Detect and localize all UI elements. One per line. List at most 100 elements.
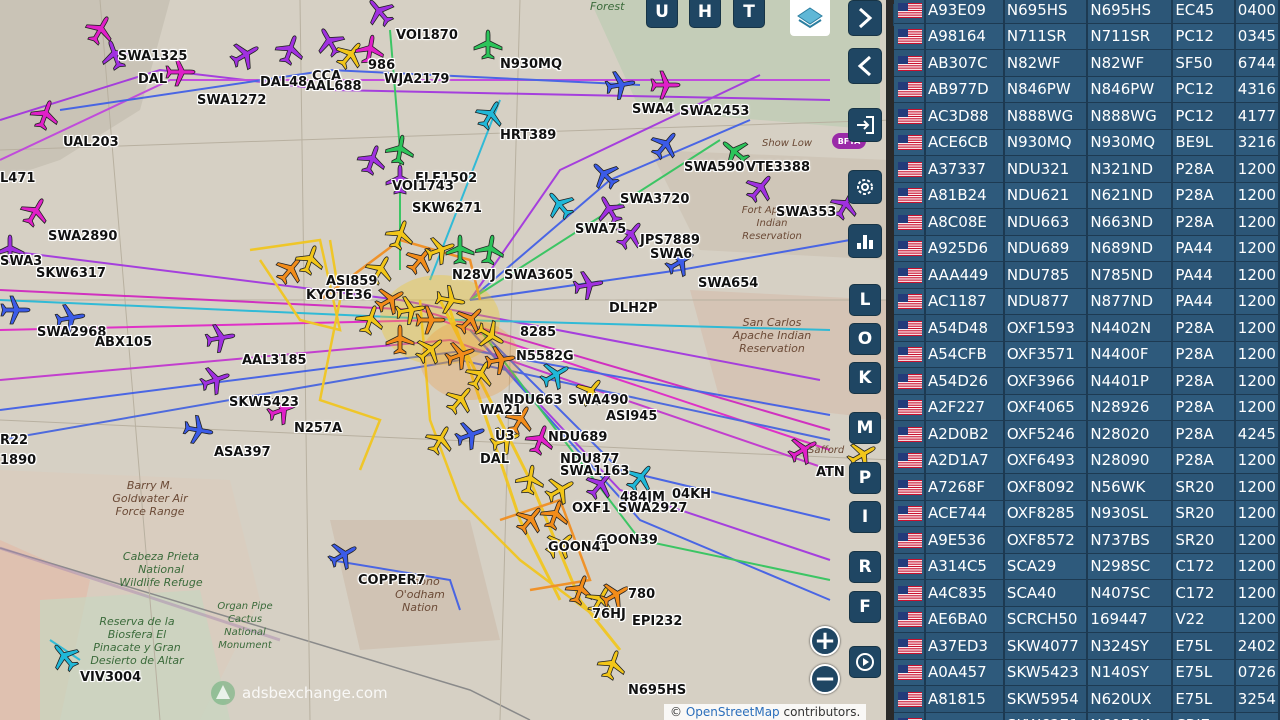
aircraft-label[interactable]: DAL48 (260, 75, 307, 90)
aircraft-label[interactable]: N930MQ (500, 57, 562, 72)
aircraft-label[interactable]: NDU689 (548, 430, 607, 445)
expand-button[interactable] (848, 0, 882, 36)
plane-icon[interactable] (423, 423, 457, 457)
table-row[interactable]: A37337 NDU321 N321ND P28A 1200 (894, 156, 1280, 183)
toggle-k-button[interactable]: K (849, 362, 881, 394)
plane-icon[interactable] (363, 0, 397, 29)
table-row[interactable]: A2D0B2 OXF5246 N28020 P28A 4245 (894, 421, 1280, 448)
table-row[interactable]: A0A457 SKW5423 N140SY E75L 0726 (894, 659, 1280, 686)
aircraft-label[interactable]: VIV3004 (80, 670, 141, 685)
aircraft-label[interactable]: KYOTE36 (306, 288, 372, 303)
aircraft-label[interactable]: SKW5423 (229, 395, 299, 410)
table-row[interactable]: A8C08E NDU663 N663ND P28A 1200 (894, 209, 1280, 236)
plane-icon[interactable] (473, 233, 507, 267)
toggle-m-button[interactable]: M (849, 412, 881, 444)
plane-icon[interactable] (603, 68, 637, 102)
plane-icon[interactable] (543, 188, 577, 222)
osm-link[interactable]: OpenStreetMap (686, 705, 780, 719)
table-row[interactable]: AC1187 NDU877 N877ND PA44 1200 (894, 288, 1280, 315)
plane-icon[interactable] (273, 33, 307, 67)
aircraft-label[interactable]: GOON41 (548, 540, 610, 555)
plane-icon[interactable] (595, 648, 629, 682)
toggle-u-button[interactable]: U (646, 0, 678, 28)
aircraft-label[interactable]: AAL688 (306, 79, 362, 94)
layers-button[interactable] (790, 0, 830, 36)
aircraft-label[interactable]: U3 (495, 429, 515, 444)
aircraft-label[interactable]: 780 (628, 587, 655, 602)
aircraft-label[interactable]: SWA2927 (618, 501, 687, 516)
table-row[interactable]: A93E09 N695HS N695HS EC45 0400 (894, 0, 1280, 24)
aircraft-label[interactable]: R22 (0, 433, 28, 448)
table-row[interactable]: A37ED3 SKW4077 N324SY E75L 2402 (894, 633, 1280, 660)
aircraft-label[interactable]: JPS7889 (640, 233, 700, 248)
zoom-in-button[interactable]: + (810, 626, 840, 656)
collapse-button[interactable] (848, 48, 882, 84)
plane-icon[interactable] (203, 321, 237, 355)
plane-icon[interactable] (571, 268, 605, 302)
plane-icon[interactable] (383, 323, 417, 357)
aircraft-label[interactable]: SWA654 (698, 276, 758, 291)
table-row[interactable]: AB307C N82WF N82WF SF50 6744 (894, 50, 1280, 77)
aircraft-label[interactable]: L471 (0, 171, 35, 186)
aircraft-label[interactable]: UAL203 (63, 135, 119, 150)
aircraft-label[interactable]: VTE3388 (746, 160, 810, 175)
plane-icon[interactable] (228, 38, 262, 72)
plane-icon[interactable] (538, 498, 572, 532)
table-row[interactable]: AAA449 NDU785 N785ND PA44 1200 (894, 262, 1280, 289)
aircraft-label[interactable]: DAL (138, 72, 167, 87)
aircraft-label[interactable]: DAL (480, 452, 509, 467)
aircraft-label[interactable]: 76HJ (592, 607, 626, 622)
aircraft-label[interactable]: VOI1870 (396, 28, 458, 43)
table-row[interactable]: ACE744 OXF8285 N930SL SR20 1200 (894, 500, 1280, 527)
aircraft-label[interactable]: EPI232 (632, 614, 682, 629)
aircraft-label[interactable]: SWA353 (776, 205, 836, 220)
aircraft-label[interactable]: 1890 (0, 453, 36, 468)
aircraft-label[interactable]: SWA2890 (48, 229, 117, 244)
plane-icon[interactable] (293, 243, 327, 277)
plane-icon[interactable] (198, 363, 232, 397)
toggle-r-button[interactable]: R (849, 551, 881, 583)
table-row[interactable]: A2D1A7 OXF6493 N28090 P28A 1200 (894, 447, 1280, 474)
aircraft-label[interactable]: ASI859 (326, 274, 377, 289)
table-row[interactable]: A314C5 SCA29 N298SC C172 1200 (894, 553, 1280, 580)
zoom-out-button[interactable]: − (810, 664, 840, 694)
plane-icon[interactable] (353, 303, 387, 337)
login-button[interactable] (848, 108, 882, 142)
aircraft-label[interactable]: DLH2P (609, 301, 658, 316)
panel-divider[interactable] (886, 0, 894, 720)
table-row[interactable]: ACE6CB N930MQ N930MQ BE9L 3216 (894, 129, 1280, 156)
aircraft-label[interactable]: N5582G (516, 349, 574, 364)
aircraft-label[interactable]: SWA3 (0, 254, 42, 269)
plane-icon[interactable] (18, 195, 52, 229)
table-row[interactable]: A98164 N711SR N711SR PC12 0345 (894, 23, 1280, 50)
aircraft-label[interactable]: ATN (816, 465, 845, 480)
table-row[interactable]: A54D26 OXF3966 N4401P P28A 1200 (894, 368, 1280, 395)
toggle-t-button[interactable]: T (733, 0, 765, 28)
aircraft-label[interactable]: SWA1272 (197, 93, 266, 108)
table-row[interactable]: A81815 SKW5954 N620UX E75L 3254 (894, 686, 1280, 713)
aircraft-label[interactable]: SWA490 (568, 393, 628, 408)
plane-icon[interactable] (0, 293, 32, 327)
aircraft-label[interactable]: WA21 (480, 403, 522, 418)
aircraft-label[interactable]: 8285 (520, 325, 556, 340)
plane-icon[interactable] (648, 128, 682, 162)
table-row[interactable]: A2F227 OXF4065 N28926 P28A 1200 (894, 394, 1280, 421)
plane-icon[interactable] (443, 233, 477, 267)
plane-icon[interactable] (513, 463, 547, 497)
aircraft-label[interactable]: SKW6317 (36, 266, 106, 281)
plane-icon[interactable] (483, 343, 517, 377)
toggle-o-button[interactable]: O (849, 323, 881, 355)
aircraft-label[interactable]: N257A (294, 421, 342, 436)
aircraft-label[interactable]: ABX105 (95, 335, 152, 350)
aircraft-label[interactable]: 04KH (672, 487, 711, 502)
aircraft-label[interactable]: VOI1743 (392, 179, 454, 194)
aircraft-label[interactable]: SWA3605 (504, 268, 573, 283)
map-view[interactable]: Forest Show Low Fort Apache Indian Reser… (0, 0, 892, 720)
aircraft-label[interactable]: SWA3720 (620, 192, 689, 207)
plane-icon[interactable] (473, 98, 507, 132)
plane-icon[interactable] (326, 538, 360, 572)
plane-icon[interactable] (453, 418, 487, 452)
plane-icon[interactable] (743, 171, 777, 205)
aircraft-label[interactable]: OXF1 (572, 501, 611, 516)
aircraft-label[interactable]: WJA2179 (384, 72, 449, 87)
